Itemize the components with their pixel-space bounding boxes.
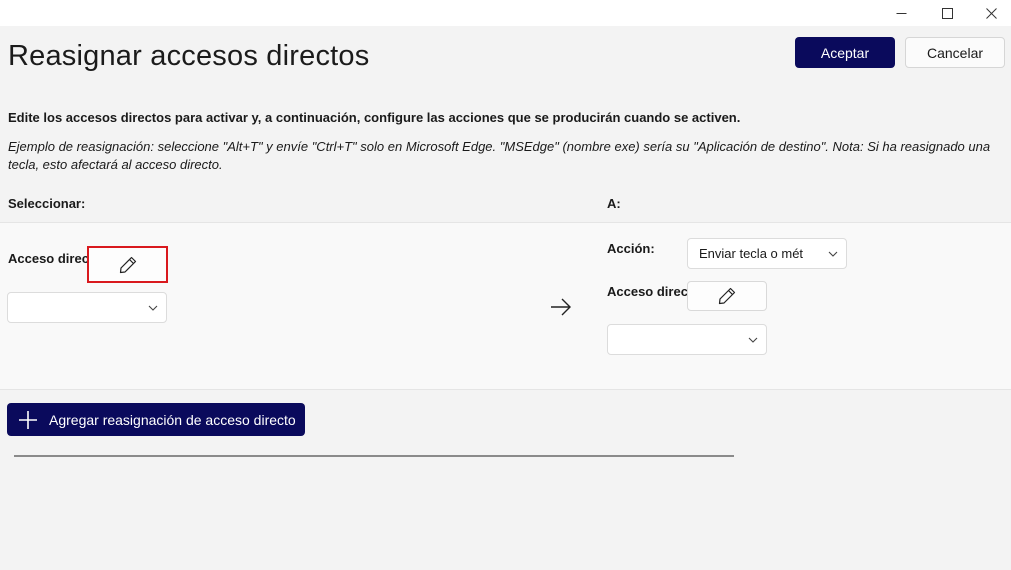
target-shortcut-dropdown[interactable] — [607, 324, 767, 355]
chevron-down-icon — [740, 337, 766, 343]
example-text: Ejemplo de reasignación: seleccione "Alt… — [8, 139, 991, 172]
source-edit-shortcut-button[interactable] — [87, 246, 168, 283]
select-column-label: Seleccionar: — [8, 196, 86, 211]
maximize-icon[interactable] — [924, 0, 970, 26]
title-bar — [0, 0, 1011, 26]
pencil-icon — [119, 256, 136, 273]
plus-icon — [7, 410, 49, 430]
chevron-down-icon — [140, 305, 166, 311]
pencil-icon — [718, 287, 736, 305]
accept-button[interactable]: Aceptar — [795, 37, 895, 68]
target-shortcut-label: Acceso directo — [607, 284, 689, 299]
source-shortcut-label: Acceso directo — [8, 251, 92, 266]
cancel-button[interactable]: Cancelar — [905, 37, 1005, 68]
add-shortcut-remap-label: Agregar reasignación de acceso directo — [49, 411, 296, 428]
instructions-text: Edite los accesos directos para activar … — [8, 110, 741, 125]
add-shortcut-remap-button[interactable]: Agregar reasignación de acceso directo — [7, 403, 305, 436]
target-action-dropdown[interactable]: Enviar tecla o mét — [687, 238, 847, 269]
close-icon[interactable] — [968, 0, 1011, 26]
to-column-label: A: — [607, 196, 621, 211]
target-action-label: Acción: — [607, 241, 655, 256]
target-action-value: Enviar tecla o mét — [699, 246, 804, 261]
chevron-down-icon — [820, 251, 846, 257]
minimize-icon[interactable] — [878, 0, 924, 26]
target-edit-shortcut-button[interactable] — [687, 281, 767, 311]
page-title: Reasignar accesos directos — [8, 40, 370, 72]
source-shortcut-dropdown[interactable] — [7, 292, 167, 323]
arrow-right-icon — [551, 298, 571, 316]
divider — [14, 455, 734, 457]
